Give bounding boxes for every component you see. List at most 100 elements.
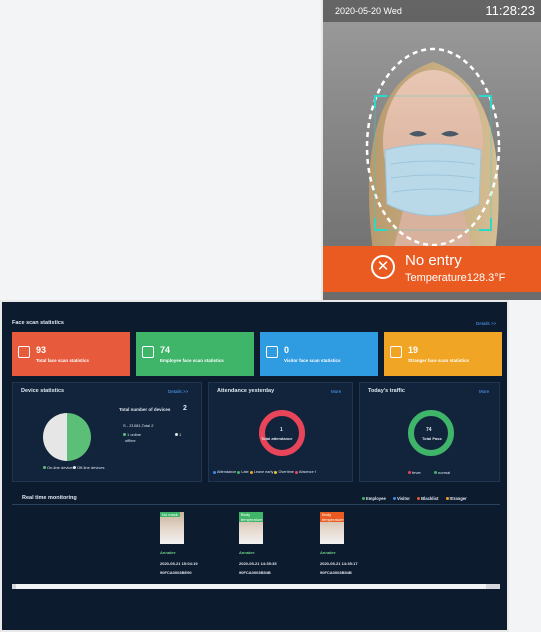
face-mask bbox=[384, 143, 482, 216]
date-label: 2020-05-20 Wed bbox=[335, 6, 402, 16]
stranger-icon bbox=[390, 346, 402, 358]
employee-scan-count: 74 bbox=[160, 345, 171, 355]
traffic-panel: Today's traffic More 74 Total Pass fever… bbox=[359, 382, 500, 482]
realtime-legend: Employee Visitor Blacklist Stranger bbox=[362, 496, 467, 501]
device-id: 90FCA0003BE90 bbox=[160, 570, 192, 575]
traffic-center-value: 74 bbox=[426, 427, 432, 433]
legend-online-dot bbox=[43, 466, 46, 470]
legend-dot bbox=[213, 470, 216, 474]
legend-offline-dot bbox=[73, 466, 76, 470]
person-name: Annalee bbox=[320, 550, 336, 555]
legend-dot bbox=[274, 470, 278, 474]
legend-overtime: Overtime bbox=[278, 470, 294, 474]
device-statistics-title: Device statistics bbox=[21, 388, 65, 394]
traffic-more-link[interactable]: More bbox=[479, 389, 489, 394]
stranger-scan-card[interactable]: 19 Stranger face scan statistics bbox=[384, 332, 502, 376]
device-offline-text: offline bbox=[125, 438, 136, 443]
close-circle-icon: ✕ bbox=[371, 255, 395, 279]
legend-absence: Absence f bbox=[298, 470, 316, 474]
legend-fever-dot bbox=[408, 471, 411, 475]
status-badge: Body temperature bbox=[239, 512, 263, 522]
device-summary: S - Z1081,Total 2 bbox=[123, 423, 154, 428]
visitor-scan-count: 0 bbox=[284, 345, 290, 355]
total-scan-card[interactable]: 93 Total face scan statistics bbox=[12, 332, 130, 376]
horizontal-scrollbar[interactable] bbox=[12, 584, 500, 589]
device-statistics-panel: Device statistics Details >> Total numbe… bbox=[12, 382, 202, 482]
attendance-center-label: Total attendance bbox=[261, 436, 293, 441]
legend-late: Late bbox=[241, 470, 249, 474]
person-photo: Body temperature bbox=[239, 512, 263, 544]
record-time: 2020-05-21 14:35:35 bbox=[239, 561, 277, 566]
visitor-scan-label: Visitor face scan statistics bbox=[284, 358, 341, 363]
pie-slice-offline bbox=[43, 413, 67, 461]
device-id: 90FCA0003B54B bbox=[320, 570, 352, 575]
legend-dot bbox=[249, 470, 253, 474]
person-photo: Body temperature bbox=[320, 512, 344, 544]
legend-normal-dot bbox=[434, 471, 437, 475]
visitor-scan-card[interactable]: 0 Visitor face scan statistics bbox=[260, 332, 378, 376]
scrollbar-thumb[interactable] bbox=[16, 584, 486, 589]
online-dot bbox=[123, 433, 126, 437]
clock-label: 11:28:23 bbox=[485, 3, 535, 18]
attendance-panel: Attendance yesterday More 1 Total attend… bbox=[208, 382, 353, 482]
status-badge: Body temperature bbox=[320, 512, 344, 522]
realtime-title: Real time monitoring bbox=[22, 495, 77, 501]
attendance-legend: Attendance Late Leave early Overtime Abs… bbox=[213, 470, 316, 474]
legend-stranger: Stranger bbox=[449, 496, 467, 501]
employee-scan-label: Employee face scan statistics bbox=[160, 358, 224, 363]
employee-icon bbox=[142, 346, 154, 358]
device-pie-chart bbox=[43, 413, 91, 461]
donut-ring-absence bbox=[259, 410, 305, 456]
device-total-label: Total number of devices bbox=[119, 407, 171, 412]
legend-leave-early: Leave early bbox=[253, 470, 274, 474]
donut-ring-normal bbox=[408, 410, 454, 456]
dashboard: Face scan statistics Details >> 93 Total… bbox=[0, 300, 509, 632]
face-terminal-screen: 2020-05-20 Wed 11:28:23 ✕ No entry Tempe… bbox=[321, 0, 541, 300]
legend-offline: Off-line devices bbox=[77, 465, 105, 470]
legend-dot bbox=[237, 470, 241, 474]
person-photo: No mask bbox=[160, 512, 184, 544]
pie-slice-online bbox=[67, 413, 91, 461]
alert-temperature: Temperature128.3°F bbox=[405, 272, 506, 284]
employee-scan-card[interactable]: 74 Employee face scan statistics bbox=[136, 332, 254, 376]
attendance-donut-chart bbox=[259, 410, 305, 456]
record-time: 2020-05-21 14:35:17 bbox=[320, 561, 358, 566]
person-name: Annalee bbox=[160, 550, 176, 555]
people-icon bbox=[18, 346, 30, 358]
divider bbox=[12, 504, 500, 505]
legend-online: On-line devices bbox=[47, 465, 75, 470]
stranger-scan-label: Stranger face scan statistics bbox=[408, 358, 470, 363]
legend-employee: Employee bbox=[366, 496, 386, 501]
legend-visitor: Visitor bbox=[396, 496, 410, 501]
attendance-more-link[interactable]: More bbox=[331, 389, 341, 394]
device-offline-count: 1 bbox=[179, 432, 182, 437]
traffic-title: Today's traffic bbox=[368, 388, 405, 394]
legend-attendance: Attendance bbox=[217, 470, 237, 474]
attendance-title: Attendance yesterday bbox=[217, 388, 275, 394]
legend-blacklist: Blacklist bbox=[421, 496, 439, 501]
visitor-icon bbox=[266, 346, 278, 358]
person-name: Annalee bbox=[239, 550, 255, 555]
legend-normal: normal bbox=[438, 470, 451, 475]
legend-dot bbox=[294, 470, 298, 474]
status-bar: 2020-05-20 Wed 11:28:23 bbox=[323, 0, 541, 22]
face-scan-title: Face scan statistics bbox=[12, 320, 64, 326]
face-scan-details-link[interactable]: Details >> bbox=[476, 321, 496, 326]
attendance-center-value: 1 bbox=[280, 427, 283, 433]
offline-dot bbox=[175, 433, 178, 437]
device-online-text: 1 online bbox=[127, 432, 142, 437]
alert-title: No entry bbox=[405, 252, 462, 269]
device-online: 1 online bbox=[123, 432, 141, 437]
device-total-value: 2 bbox=[183, 405, 187, 412]
traffic-center-label: Total Pass bbox=[422, 436, 442, 441]
stranger-scan-count: 19 bbox=[408, 345, 419, 355]
status-badge: No mask bbox=[160, 512, 180, 517]
no-entry-alert: ✕ No entry Temperature128.3°F bbox=[323, 246, 541, 292]
face-camera-view bbox=[365, 47, 501, 252]
traffic-donut-chart bbox=[408, 410, 454, 456]
total-scan-label: Total face scan statistics bbox=[36, 358, 89, 363]
device-details-link[interactable]: Details >> bbox=[168, 389, 188, 394]
total-scan-count: 93 bbox=[36, 345, 47, 355]
legend-fever: fever bbox=[412, 470, 421, 475]
record-time: 2020-05-21 15:04:19 bbox=[160, 561, 198, 566]
